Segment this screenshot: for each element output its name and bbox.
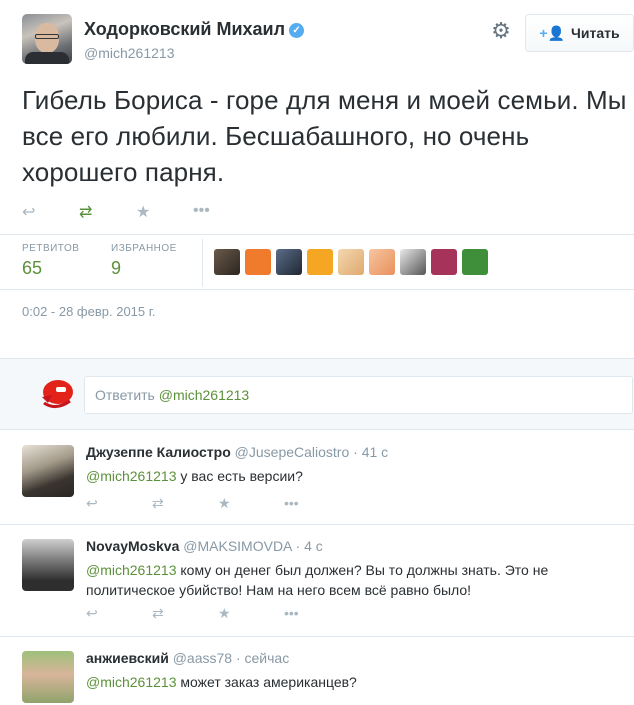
reply-actions: ↩ ⇄ ★ ••• xyxy=(86,605,350,622)
reply-mention[interactable]: @mich261213 xyxy=(86,674,177,690)
reply-author-name[interactable]: NovayMoskva xyxy=(86,538,179,554)
follow-button-label: Читать xyxy=(571,25,620,41)
retweet-icon[interactable]: ⇄ xyxy=(79,202,136,224)
stats-divider xyxy=(202,239,203,287)
tweet-timestamp[interactable]: 0:02 - 28 февр. 2015 г. xyxy=(22,304,156,319)
gear-icon[interactable]: ⚙ xyxy=(488,18,514,44)
reply-input[interactable]: Ответить @mich261213 xyxy=(84,376,633,414)
verified-icon: ✓ xyxy=(289,23,305,38)
avatar[interactable] xyxy=(369,249,395,275)
favorites-count: 9 xyxy=(111,258,122,278)
tweet-stats: РЕТВИТОВ 65 ИЗБРАННОЕ 9 xyxy=(0,234,634,290)
avatar[interactable] xyxy=(214,249,240,275)
follow-button[interactable]: +👤 Читать xyxy=(525,14,634,52)
current-user-avatar xyxy=(42,380,73,408)
tweet-text: Гибель Бориса - горе для меня и моей сем… xyxy=(22,85,627,187)
avatar[interactable] xyxy=(276,249,302,275)
author-avatar[interactable] xyxy=(22,14,72,64)
avatar[interactable] xyxy=(22,445,74,497)
reply-author-handle[interactable]: @aass78 xyxy=(173,650,232,666)
reply-author-handle[interactable]: @MAKSIMOVDA xyxy=(183,538,291,554)
favoriters-avatars xyxy=(214,249,488,275)
tweet-actions: ↩ ⇄ ★ ••• xyxy=(22,202,250,224)
avatar[interactable] xyxy=(338,249,364,275)
avatar[interactable] xyxy=(431,249,457,275)
reply-header: NovayMoskva @MAKSIMOVDA · 4 с xyxy=(86,538,323,554)
reply-mention[interactable]: @mich261213 xyxy=(86,562,177,578)
reply-text: @mich261213 может заказ американцев? xyxy=(86,672,616,692)
more-icon[interactable]: ••• xyxy=(284,495,350,512)
retweets-label: РЕТВИТОВ xyxy=(22,243,80,254)
avatar[interactable] xyxy=(22,539,74,591)
reply-placeholder-mention: @mich261213 xyxy=(158,387,250,403)
reply-author-name[interactable]: анжиевский xyxy=(86,650,169,666)
tweet-header: Ходорковский Михаил ✓ @mich261213 ⚙ +👤 Чи… xyxy=(22,14,634,64)
reply-author-handle[interactable]: @JusepeCaliostro xyxy=(235,444,350,460)
avatar[interactable] xyxy=(400,249,426,275)
author-handle[interactable]: @mich261213 xyxy=(84,45,175,61)
reply-actions: ↩ ⇄ ★ ••• xyxy=(86,495,350,512)
avatar[interactable] xyxy=(245,249,271,275)
favorite-icon[interactable]: ★ xyxy=(136,202,193,224)
reply-body: может заказ американцев? xyxy=(176,674,357,690)
more-icon[interactable]: ••• xyxy=(284,605,350,622)
favorite-icon[interactable]: ★ xyxy=(218,495,284,512)
avatar[interactable] xyxy=(22,651,74,703)
author-name[interactable]: Ходорковский Михаил ✓ xyxy=(84,19,305,40)
retweet-icon[interactable]: ⇄ xyxy=(152,605,218,622)
retweet-icon[interactable]: ⇄ xyxy=(152,495,218,512)
reply-icon[interactable]: ↩ xyxy=(86,605,152,622)
avatar[interactable] xyxy=(462,249,488,275)
favorite-icon[interactable]: ★ xyxy=(218,605,284,622)
retweets-stat[interactable]: РЕТВИТОВ 65 xyxy=(22,243,79,279)
more-icon[interactable]: ••• xyxy=(193,202,250,224)
favorites-stat[interactable]: ИЗБРАННОЕ 9 xyxy=(111,243,177,279)
reply-time[interactable]: · сейчас xyxy=(236,650,289,666)
favorites-label: ИЗБРАННОЕ xyxy=(111,243,177,254)
reply-time[interactable]: · 4 с xyxy=(296,538,323,554)
reply-author-name[interactable]: Джузеппе Калиостро xyxy=(86,444,231,460)
retweets-count: 65 xyxy=(22,258,43,278)
reply-time[interactable]: · 41 с xyxy=(353,444,388,460)
reply-header: анжиевский @aass78 · сейчас xyxy=(86,650,289,666)
add-user-icon: +👤 xyxy=(539,24,566,41)
reply-text: @mich261213 у вас есть версии? xyxy=(86,466,616,486)
author-name-text[interactable]: Ходорковский Михаил xyxy=(84,19,285,39)
reply-composer: Ответить @mich261213 xyxy=(0,358,634,430)
avatar[interactable] xyxy=(307,249,333,275)
reply-tweet[interactable]: Джузеппе Калиостро @JusepeCaliostro · 41… xyxy=(0,431,634,525)
reply-placeholder: Ответить xyxy=(95,387,159,403)
reply-tweet[interactable]: NovayMoskva @MAKSIMOVDA · 4 с @mich26121… xyxy=(0,525,634,637)
reply-body: у вас есть версии? xyxy=(176,468,303,484)
reply-header: Джузеппе Калиостро @JusepeCaliostro · 41… xyxy=(86,444,388,460)
reply-tweet[interactable]: анжиевский @aass78 · сейчас @mich261213 … xyxy=(0,637,634,705)
reply-icon[interactable]: ↩ xyxy=(22,202,79,224)
reply-icon[interactable]: ↩ xyxy=(86,495,152,512)
reply-text: @mich261213 кому он денег был должен? Вы… xyxy=(86,560,616,600)
reply-mention[interactable]: @mich261213 xyxy=(86,468,177,484)
